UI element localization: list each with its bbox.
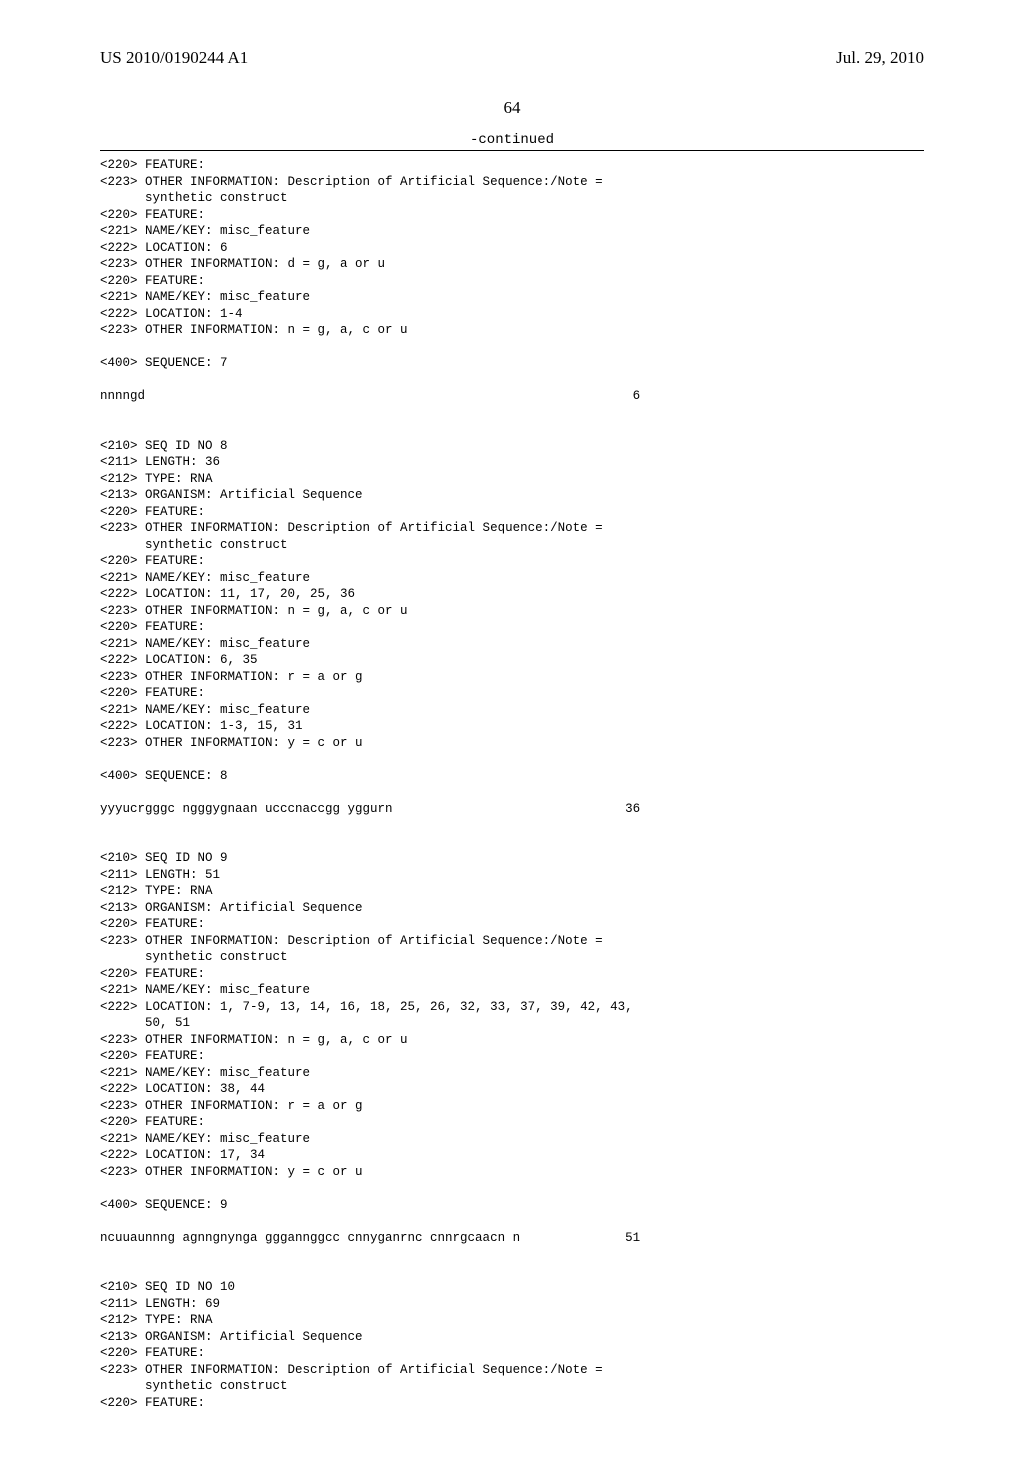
- publication-date: Jul. 29, 2010: [836, 48, 924, 68]
- page-number: 64: [70, 98, 954, 118]
- sequence-listing: <220> FEATURE: <223> OTHER INFORMATION: …: [70, 157, 954, 1411]
- page-header: US 2010/0190244 A1 Jul. 29, 2010: [70, 48, 954, 68]
- horizontal-rule: [100, 150, 924, 151]
- page: US 2010/0190244 A1 Jul. 29, 2010 64 -con…: [0, 0, 1024, 1471]
- publication-number: US 2010/0190244 A1: [100, 48, 248, 68]
- continued-label: -continued: [70, 132, 954, 148]
